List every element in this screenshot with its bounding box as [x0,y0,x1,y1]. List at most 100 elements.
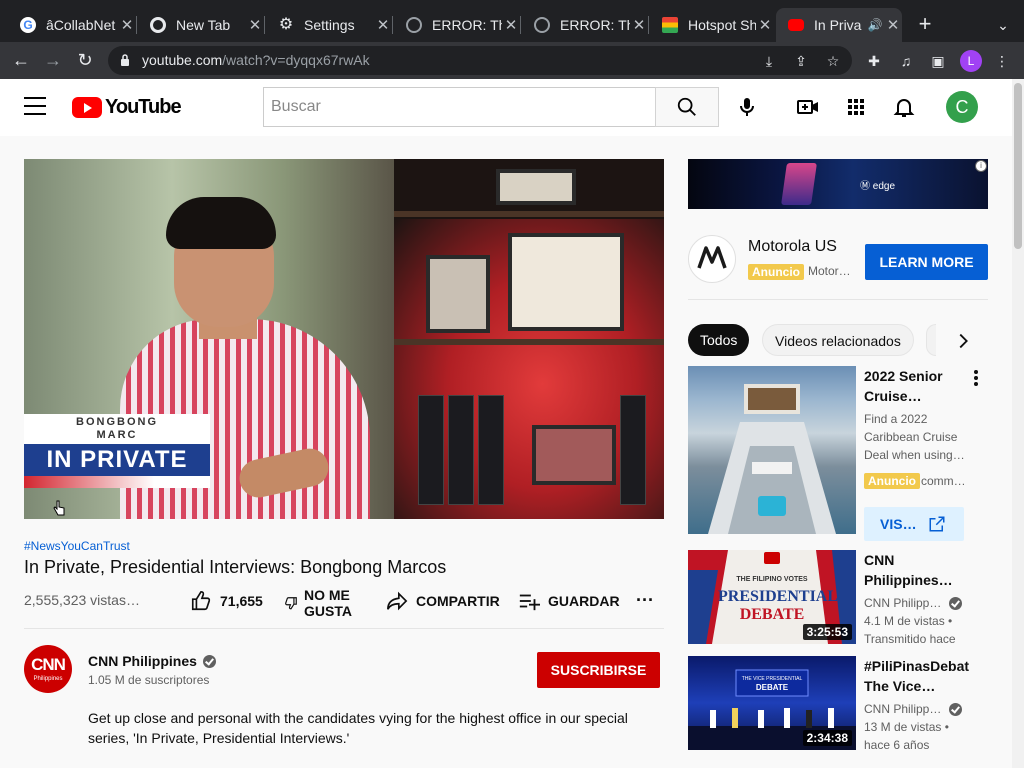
photo-frame [532,425,616,485]
youtube-logo[interactable]: YouTube [72,96,182,118]
search-input[interactable]: Buscar [263,87,656,127]
related-channel-2[interactable]: CNN Philipp… [864,594,974,612]
channel-name[interactable]: CNN Philippines [88,653,216,669]
profile-avatar[interactable]: L [960,50,982,72]
browser-tab-collabnet[interactable]: G âCollabNet ✕ [8,8,136,42]
chevron-down-icon[interactable]: ⌄ [990,8,1016,42]
chip-related-videos[interactable]: Videos relacionados [762,324,914,356]
flag-strip [24,476,210,488]
video-description[interactable]: Get up close and personal with the candi… [88,708,658,748]
search-button[interactable] [655,87,719,127]
advertiser-name[interactable]: Motorola US [748,238,837,256]
back-arrow-icon[interactable]: ← [6,42,36,79]
kebab-menu-icon[interactable] [968,368,984,388]
verified-check-icon [202,654,216,668]
motorola-m-icon [697,246,727,269]
video-lower-third: BONGBONG MARC IN PRIVATE [24,414,210,488]
related-title-1[interactable]: 2022 Senior Cruise… [864,366,974,406]
chevron-right-icon[interactable] [952,330,974,352]
video-hashtag[interactable]: #NewsYouCanTrust [24,539,130,553]
close-icon[interactable]: ✕ [756,16,774,34]
browser-tab-new-tab[interactable]: New Tab ✕ [138,8,264,42]
page-scrollbar[interactable] [1012,79,1024,768]
book [448,395,474,505]
notifications-bell-icon[interactable] [892,95,916,119]
learn-more-button[interactable]: LEARN MORE [865,244,988,280]
close-icon[interactable]: ✕ [118,16,136,34]
share-arrow-icon [387,591,408,611]
person-hair [166,197,276,249]
apps-grid-icon[interactable] [844,95,868,119]
browser-tab-error-1[interactable]: ERROR: Th ✕ [394,8,520,42]
scrollbar-thumb[interactable] [1014,83,1022,249]
view-count[interactable]: 2,555,323 vistas… [24,592,140,608]
video-duration: 3:25:53 [802,624,852,640]
kebab-menu-icon[interactable]: ⋮ [992,51,1012,71]
browser-tab-error-2[interactable]: ERROR: Th ✕ [522,8,648,42]
cruise-ship-image [708,384,836,534]
hamburger-menu-icon[interactable] [24,97,46,117]
share-icon[interactable]: ⇪ [792,52,810,70]
related-thumbnail-2[interactable]: THE FILIPINO VOTES PRESIDENTIAL DEBATE 3… [688,550,856,644]
install-icon[interactable]: ⤓ [760,52,778,70]
share-button[interactable]: COMPARTIR [386,590,500,612]
related-channel-3[interactable]: CNN Philipp… [864,700,974,718]
visit-site-button[interactable]: VIS… [864,507,964,541]
reload-icon[interactable]: ↻ [70,42,100,79]
lock-icon [121,54,129,66]
create-video-icon[interactable] [796,95,820,119]
close-icon[interactable]: ✕ [884,16,902,34]
youtube-icon [788,19,804,31]
photo-frame [508,233,624,331]
verified-check-icon [949,702,963,716]
subscribe-button[interactable]: SUSCRIBIRSE [537,652,660,688]
ad-badge: Anuncio [748,264,804,280]
shelf-board [394,339,664,345]
microphone-icon[interactable] [735,95,759,119]
side-panel-icon[interactable]: ▣ [928,51,948,71]
cruise-ad-thumbnail[interactable] [688,366,856,534]
media-controls-icon[interactable]: ♫ [896,51,916,71]
browser-tab-settings[interactable]: ⚙ Settings ✕ [266,8,392,42]
tab-separator [264,16,265,34]
subscriber-count: 1.05 M de suscriptores [88,673,210,687]
forward-arrow-icon[interactable]: → [38,42,68,79]
motorola-logo[interactable] [688,235,736,283]
related-views-3: 13 M de vistas • [864,720,949,734]
hand-cursor-icon [53,500,65,516]
close-icon[interactable]: ✕ [630,16,648,34]
related-title-3[interactable]: #PiliPinasDebat The Vice… [864,656,974,696]
more-actions-icon[interactable]: ··· [636,590,654,611]
ad-info-icon[interactable]: i [975,160,987,172]
close-icon[interactable]: ✕ [246,16,264,34]
related-thumbnail-3[interactable]: THE VICE PRESIDENTIAL DEBATE 2:34:38 [688,656,856,750]
related-title-2[interactable]: CNN Philippines… [864,550,974,590]
channel-avatar[interactable]: CNN Philippines [24,645,72,693]
address-bar[interactable]: youtube.com/watch?v=dyqqx67rwAk ⤓ ⇪ ☆ [108,46,852,75]
new-tab-button[interactable]: + [912,8,938,42]
account-avatar[interactable]: C [946,91,978,123]
tab-separator [520,16,521,34]
banner-ad[interactable]: Ⓜ edge [688,159,988,209]
dislike-button[interactable]: NO ME GUSTA [284,587,360,619]
speaker-icon[interactable]: 🔊 [866,18,884,32]
extensions-icon[interactable]: ✚ [864,51,884,71]
ad-badge: Anuncio [864,473,920,489]
video-player[interactable]: BONGBONG MARC IN PRIVATE [24,159,664,519]
book [620,395,646,505]
browser-tab-youtube[interactable]: In Priva 🔊 ✕ [776,8,902,42]
like-button[interactable]: 71,655 [190,590,263,612]
close-icon[interactable]: ✕ [502,16,520,34]
advertiser-subtitle: Motor… [808,264,851,278]
browser-toolbar: ← → ↻ youtube.com/watch?v=dyqqx67rwAk ⤓ … [0,42,1024,79]
youtube-header: YouTube Buscar C [0,79,1012,136]
browser-tab-hotspot[interactable]: Hotspot Sh ✕ [650,8,774,42]
phone-image [781,163,817,205]
globe-icon [534,17,550,33]
bookmark-star-icon[interactable]: ☆ [824,52,842,70]
chip-all[interactable]: Todos [688,324,750,356]
save-button[interactable]: GUARDAR [518,590,620,612]
chip-next-partial[interactable] [926,324,936,356]
related-age-3: hace 6 años [864,738,930,752]
close-icon[interactable]: ✕ [374,16,392,34]
